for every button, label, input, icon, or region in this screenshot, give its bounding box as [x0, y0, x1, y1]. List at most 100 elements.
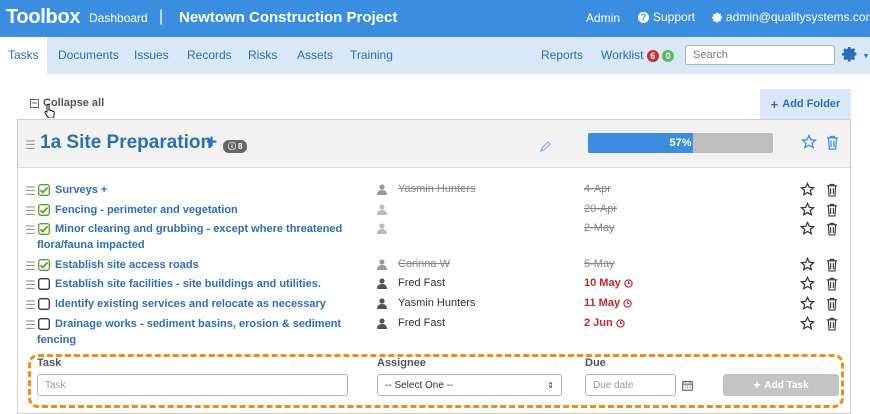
task-name-link[interactable]: Establish site facilities - site buildin…	[37, 276, 355, 292]
drag-handle-icon[interactable]: ☰	[25, 318, 36, 332]
star-icon[interactable]	[800, 316, 815, 331]
trash-icon[interactable]	[826, 222, 838, 236]
trash-icon[interactable]	[826, 317, 838, 331]
task-field-label: Task	[37, 357, 62, 369]
folder-count-badge: ⓘ 8	[223, 140, 248, 153]
clock-icon	[623, 298, 632, 308]
star-icon[interactable]	[800, 221, 815, 236]
folder-title[interactable]: 1a Site Preparation	[40, 132, 212, 154]
trash-icon[interactable]	[826, 183, 838, 197]
drag-handle-icon[interactable]: ☰	[25, 204, 36, 218]
tab-risks[interactable]: Risks	[240, 37, 285, 74]
tab-records[interactable]: Records	[179, 37, 240, 74]
task-due-date: 20-Apr	[584, 203, 618, 215]
tab-issues[interactable]: Issues	[126, 37, 177, 74]
add-folder-label: Add Folder	[782, 98, 841, 110]
tab-assets[interactable]: Assets	[289, 37, 341, 74]
drag-handle-icon[interactable]: ☰	[25, 298, 36, 312]
add-task-plus-link[interactable]: +	[206, 132, 217, 154]
task-name-link[interactable]: Drainage works - sediment basins, erosio…	[37, 316, 355, 348]
worklist-green-badge: 0	[662, 49, 675, 62]
calendar-icon	[681, 379, 693, 391]
task-name-link[interactable]: Minor clearing and grubbing - except whe…	[37, 221, 355, 253]
tab-training[interactable]: Training	[342, 37, 401, 74]
project-title[interactable]: Newtown Construction Project	[179, 9, 397, 26]
trash-icon[interactable]	[826, 135, 839, 150]
worklist-link[interactable]: Worklist 6 0	[593, 37, 682, 74]
assignee-select[interactable]: -- Select One -- ⇕	[377, 374, 562, 396]
task-name-link[interactable]: Surveys +	[37, 182, 355, 198]
clock-icon	[616, 318, 625, 328]
star-icon[interactable]	[801, 134, 817, 150]
task-input[interactable]	[37, 374, 348, 396]
search-input[interactable]	[685, 45, 835, 65]
brand-logo[interactable]: Toolbox	[6, 6, 80, 29]
person-icon	[377, 278, 387, 289]
admin-link[interactable]: Admin	[586, 11, 620, 25]
user-menu[interactable]: admin@qualitysystems.com ▼	[712, 10, 870, 24]
task-due-date: 2 Jun	[584, 317, 625, 329]
info-icon: ⓘ	[228, 142, 236, 151]
title-separator: |	[159, 8, 164, 25]
add-task-label: Add Task	[764, 379, 809, 391]
drag-handle-icon[interactable]: ☰	[25, 184, 36, 198]
pencil-icon[interactable]	[540, 140, 552, 152]
task-name-link[interactable]: Fencing - perimeter and vegetation	[37, 202, 355, 218]
reports-link[interactable]: Reports	[533, 37, 591, 74]
task-due-date: 10 May	[584, 277, 633, 289]
plus-icon: +	[753, 378, 761, 392]
tab-tasks[interactable]: Tasks	[0, 37, 47, 74]
gear-icon	[712, 12, 722, 23]
dashboard-link[interactable]: Dashboard	[89, 11, 148, 25]
star-icon[interactable]	[800, 182, 815, 197]
task-assignee: Yasmin Hunters	[398, 183, 476, 195]
add-folder-button[interactable]: + Add Folder	[760, 89, 851, 119]
settings-menu[interactable]: ▼	[842, 46, 869, 67]
person-icon	[377, 259, 387, 270]
task-assignee: Yasmin Hunters	[398, 297, 476, 309]
due-date-text: 11 May	[584, 297, 621, 309]
minus-square-icon: −	[30, 97, 39, 108]
add-task-button[interactable]: + Add Task	[723, 374, 839, 396]
star-icon[interactable]	[800, 296, 815, 311]
gear-icon	[842, 47, 857, 62]
drag-handle-icon[interactable]: ☰	[25, 278, 36, 292]
task-due-date: 2-May	[584, 222, 615, 234]
hand-cursor-icon	[44, 103, 55, 118]
person-icon	[377, 318, 387, 329]
trash-icon[interactable]	[826, 297, 838, 311]
folder-header: ☰ 1a Site Preparation + ⓘ 8 57%	[18, 120, 850, 168]
star-icon[interactable]	[800, 276, 815, 291]
calendar-button[interactable]	[676, 374, 698, 396]
person-icon	[377, 184, 387, 195]
task-name-link[interactable]: Establish site access roads	[37, 257, 355, 273]
question-icon: ?	[638, 11, 649, 23]
star-icon[interactable]	[800, 257, 815, 272]
select-arrows-icon: ⇕	[547, 380, 554, 390]
collapse-all-button[interactable]: − Collapse all	[30, 97, 104, 109]
clock-icon	[624, 278, 633, 288]
user-email: admin@qualitysystems.com	[726, 10, 870, 24]
person-icon	[377, 204, 387, 215]
person-icon	[377, 223, 387, 234]
chevron-down-icon: ▼	[862, 53, 870, 60]
tab-documents[interactable]: Documents	[50, 37, 127, 74]
trash-icon[interactable]	[826, 258, 838, 272]
task-assignee: Fred Fast	[398, 317, 446, 329]
drag-handle-icon[interactable]: ☰	[25, 138, 36, 152]
task-due-date: 4-Apr	[584, 183, 611, 195]
drag-handle-icon[interactable]: ☰	[25, 223, 36, 237]
trash-icon[interactable]	[826, 277, 838, 291]
folder-count: 8	[238, 142, 243, 151]
progress-bar: 57%	[588, 133, 773, 153]
drag-handle-icon[interactable]: ☰	[25, 259, 36, 273]
trash-icon[interactable]	[826, 203, 838, 217]
due-date-text: 2 Jun	[584, 317, 613, 329]
assignee-select-value: -- Select One --	[385, 379, 454, 391]
due-date-text: 10 May	[584, 277, 621, 289]
due-date-input[interactable]	[585, 374, 676, 396]
task-name-link[interactable]: Identify existing services and relocate …	[37, 296, 355, 312]
star-icon[interactable]	[800, 202, 815, 217]
support-link[interactable]: ? Support	[638, 10, 695, 24]
person-icon	[377, 298, 387, 309]
